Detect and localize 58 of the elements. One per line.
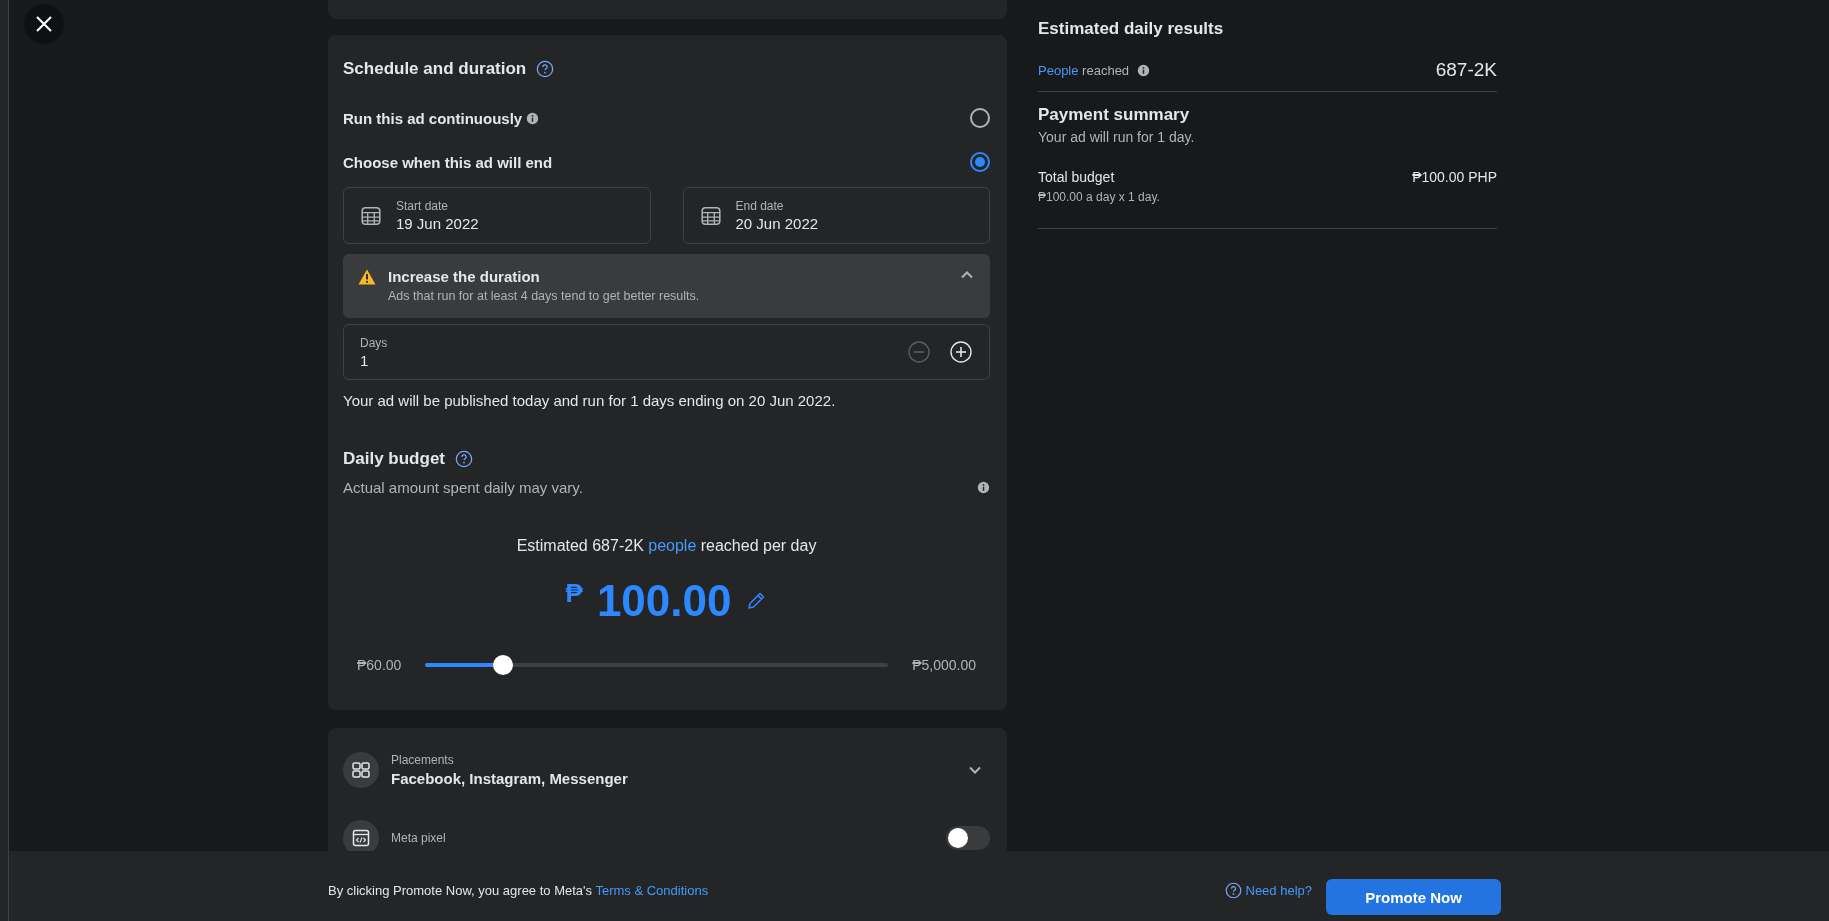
field-label: Start date (396, 199, 450, 213)
days-field[interactable]: Days 1 (343, 324, 990, 380)
setting-label: Meta pixel (391, 831, 447, 845)
panel-title: Estimated daily results (1038, 19, 1225, 39)
code-window-icon (351, 828, 371, 848)
people-link[interactable]: people (648, 537, 697, 554)
max-label: ₱5,000.00 (912, 657, 976, 673)
budget-slider[interactable] (425, 655, 889, 675)
calendar-icon (360, 204, 382, 227)
duration-summary: Your ad will be published today and run for 1 days ending on 20 Jun 2022. (343, 391, 837, 411)
close-button[interactable] (24, 4, 64, 44)
help-icon[interactable] (536, 60, 555, 78)
total-detail: ₱100.00 a day x 1 day. (1038, 190, 1160, 204)
warning-title: Increase the duration (388, 268, 541, 285)
setting-label: Placements (391, 753, 455, 767)
agreement-text: By clicking Promote Now, you agree to Meta's Terms & Conditions (328, 882, 710, 898)
grid-icon (351, 760, 371, 780)
reach-estimate: Estimated 687-2K people reached per day (515, 536, 818, 556)
close-icon (35, 15, 53, 33)
radio-button[interactable] (970, 152, 990, 172)
metric-label: People reached (1038, 62, 1130, 78)
total-label: Total budget (1038, 169, 1116, 185)
terms-link[interactable]: Terms & Conditions (595, 882, 709, 898)
calendar-icon (699, 204, 722, 227)
field-value: 19 Jun 2022 (396, 215, 479, 232)
help-link[interactable]: Need help? (1224, 881, 1312, 899)
info-icon[interactable] (977, 481, 990, 494)
option-label: Choose when this ad will end (343, 153, 553, 171)
help-icon[interactable] (455, 450, 473, 468)
section-title: Daily budget (343, 449, 445, 469)
field-value: 20 Jun 2022 (735, 215, 819, 232)
date-field[interactable]: Start date 19 Jun 2022 (343, 187, 651, 244)
people-link[interactable]: People (1038, 62, 1079, 78)
section-subtitle: Actual amount spent daily may vary. (343, 479, 583, 496)
field-value: 1 (360, 351, 370, 369)
warning-icon (358, 269, 376, 285)
warning-text: Ads that run for at least 4 days tend to get better results. (388, 289, 701, 303)
help-icon[interactable] (1224, 881, 1242, 899)
option-label: Run this ad continuously (343, 109, 523, 127)
info-icon[interactable] (1137, 63, 1151, 77)
panel-subtitle: Your ad will run for 1 day. (1038, 129, 1196, 145)
date-field[interactable]: End date 20 Jun 2022 (682, 187, 990, 244)
budget-amount: 100.00 (596, 576, 732, 626)
toggle-switch[interactable] (946, 826, 990, 850)
section-title: Schedule and duration (343, 59, 527, 79)
plus-button[interactable] (949, 340, 973, 364)
radio-button[interactable] (970, 108, 990, 128)
metric-value: 687-2K (1435, 59, 1497, 81)
slider-thumb[interactable] (492, 655, 513, 675)
panel-title: Payment summary (1038, 105, 1191, 125)
promote-button[interactable]: Promote Now (1326, 879, 1501, 915)
info-icon[interactable] (526, 111, 540, 125)
setting-value: Facebook, Instagram, Messenger (391, 770, 629, 787)
min-label: ₱60.00 (357, 657, 402, 673)
field-label: End date (735, 199, 785, 213)
currency-symbol: ₱ (565, 578, 583, 609)
field-label: Days (360, 335, 388, 350)
total-value: ₱100.00 PHP (1412, 169, 1497, 187)
